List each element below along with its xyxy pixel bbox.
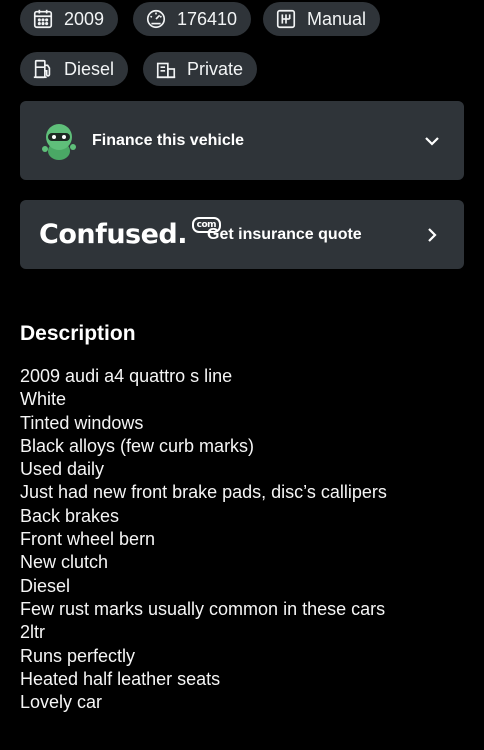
finance-mascot-icon bbox=[42, 123, 76, 160]
confused-logo: Confused. com bbox=[39, 217, 222, 250]
description-line: Black alloys (few curb marks) bbox=[20, 435, 255, 456]
seller-value: Private bbox=[187, 58, 244, 79]
house-icon bbox=[156, 62, 176, 79]
insurance-label: Get insurance quote bbox=[207, 225, 362, 243]
mileage-chip: 176410 bbox=[133, 2, 252, 36]
description-line: New clutch bbox=[20, 552, 109, 573]
insurance-quote-button[interactable]: Confused. com Get insurance quote bbox=[20, 200, 464, 269]
seller-chip: Private bbox=[143, 52, 258, 86]
description-heading: Description bbox=[20, 322, 136, 345]
calendar-icon bbox=[33, 9, 53, 29]
description-line: Lovely car bbox=[20, 692, 103, 713]
confused-logo-text: Confused. bbox=[39, 219, 188, 250]
description-line: Tinted windows bbox=[20, 412, 144, 433]
description-line: Just had new front brake pads, disc’s ca… bbox=[20, 482, 387, 503]
speedometer-icon bbox=[146, 9, 166, 29]
mileage-value: 176410 bbox=[177, 8, 238, 29]
transmission-chip: Manual bbox=[263, 2, 381, 36]
chevron-down-icon[interactable] bbox=[424, 133, 440, 149]
fuel-chip: Diesel bbox=[20, 52, 129, 86]
description-line: Front wheel bern bbox=[20, 529, 156, 550]
description-line: Back brakes bbox=[20, 505, 120, 526]
description-line: 2ltr bbox=[20, 622, 46, 643]
fuel-pump-icon bbox=[33, 59, 51, 79]
description-line: Diesel bbox=[20, 575, 71, 596]
finance-title: Finance this vehicle bbox=[92, 131, 245, 149]
description-line: 2009 audi a4 quattro s line bbox=[20, 366, 233, 386]
finance-accordion[interactable]: Finance this vehicle bbox=[20, 101, 464, 180]
description-line: White bbox=[20, 389, 67, 410]
chevron-right-icon bbox=[428, 227, 437, 242]
gearbox-icon bbox=[276, 9, 296, 29]
description-line: Used daily bbox=[20, 459, 105, 480]
description-line: Few rust marks usually common in these c… bbox=[20, 598, 386, 619]
fuel-value: Diesel bbox=[64, 58, 115, 79]
year-value: 2009 bbox=[64, 8, 105, 29]
transmission-value: Manual bbox=[307, 8, 367, 29]
year-chip: 2009 bbox=[20, 2, 119, 36]
description-line: Runs perfectly bbox=[20, 645, 136, 666]
description-text: 2009 audi a4 quattro s line White Tinted… bbox=[20, 365, 387, 714]
description-line: Heated half leather seats bbox=[20, 668, 221, 689]
